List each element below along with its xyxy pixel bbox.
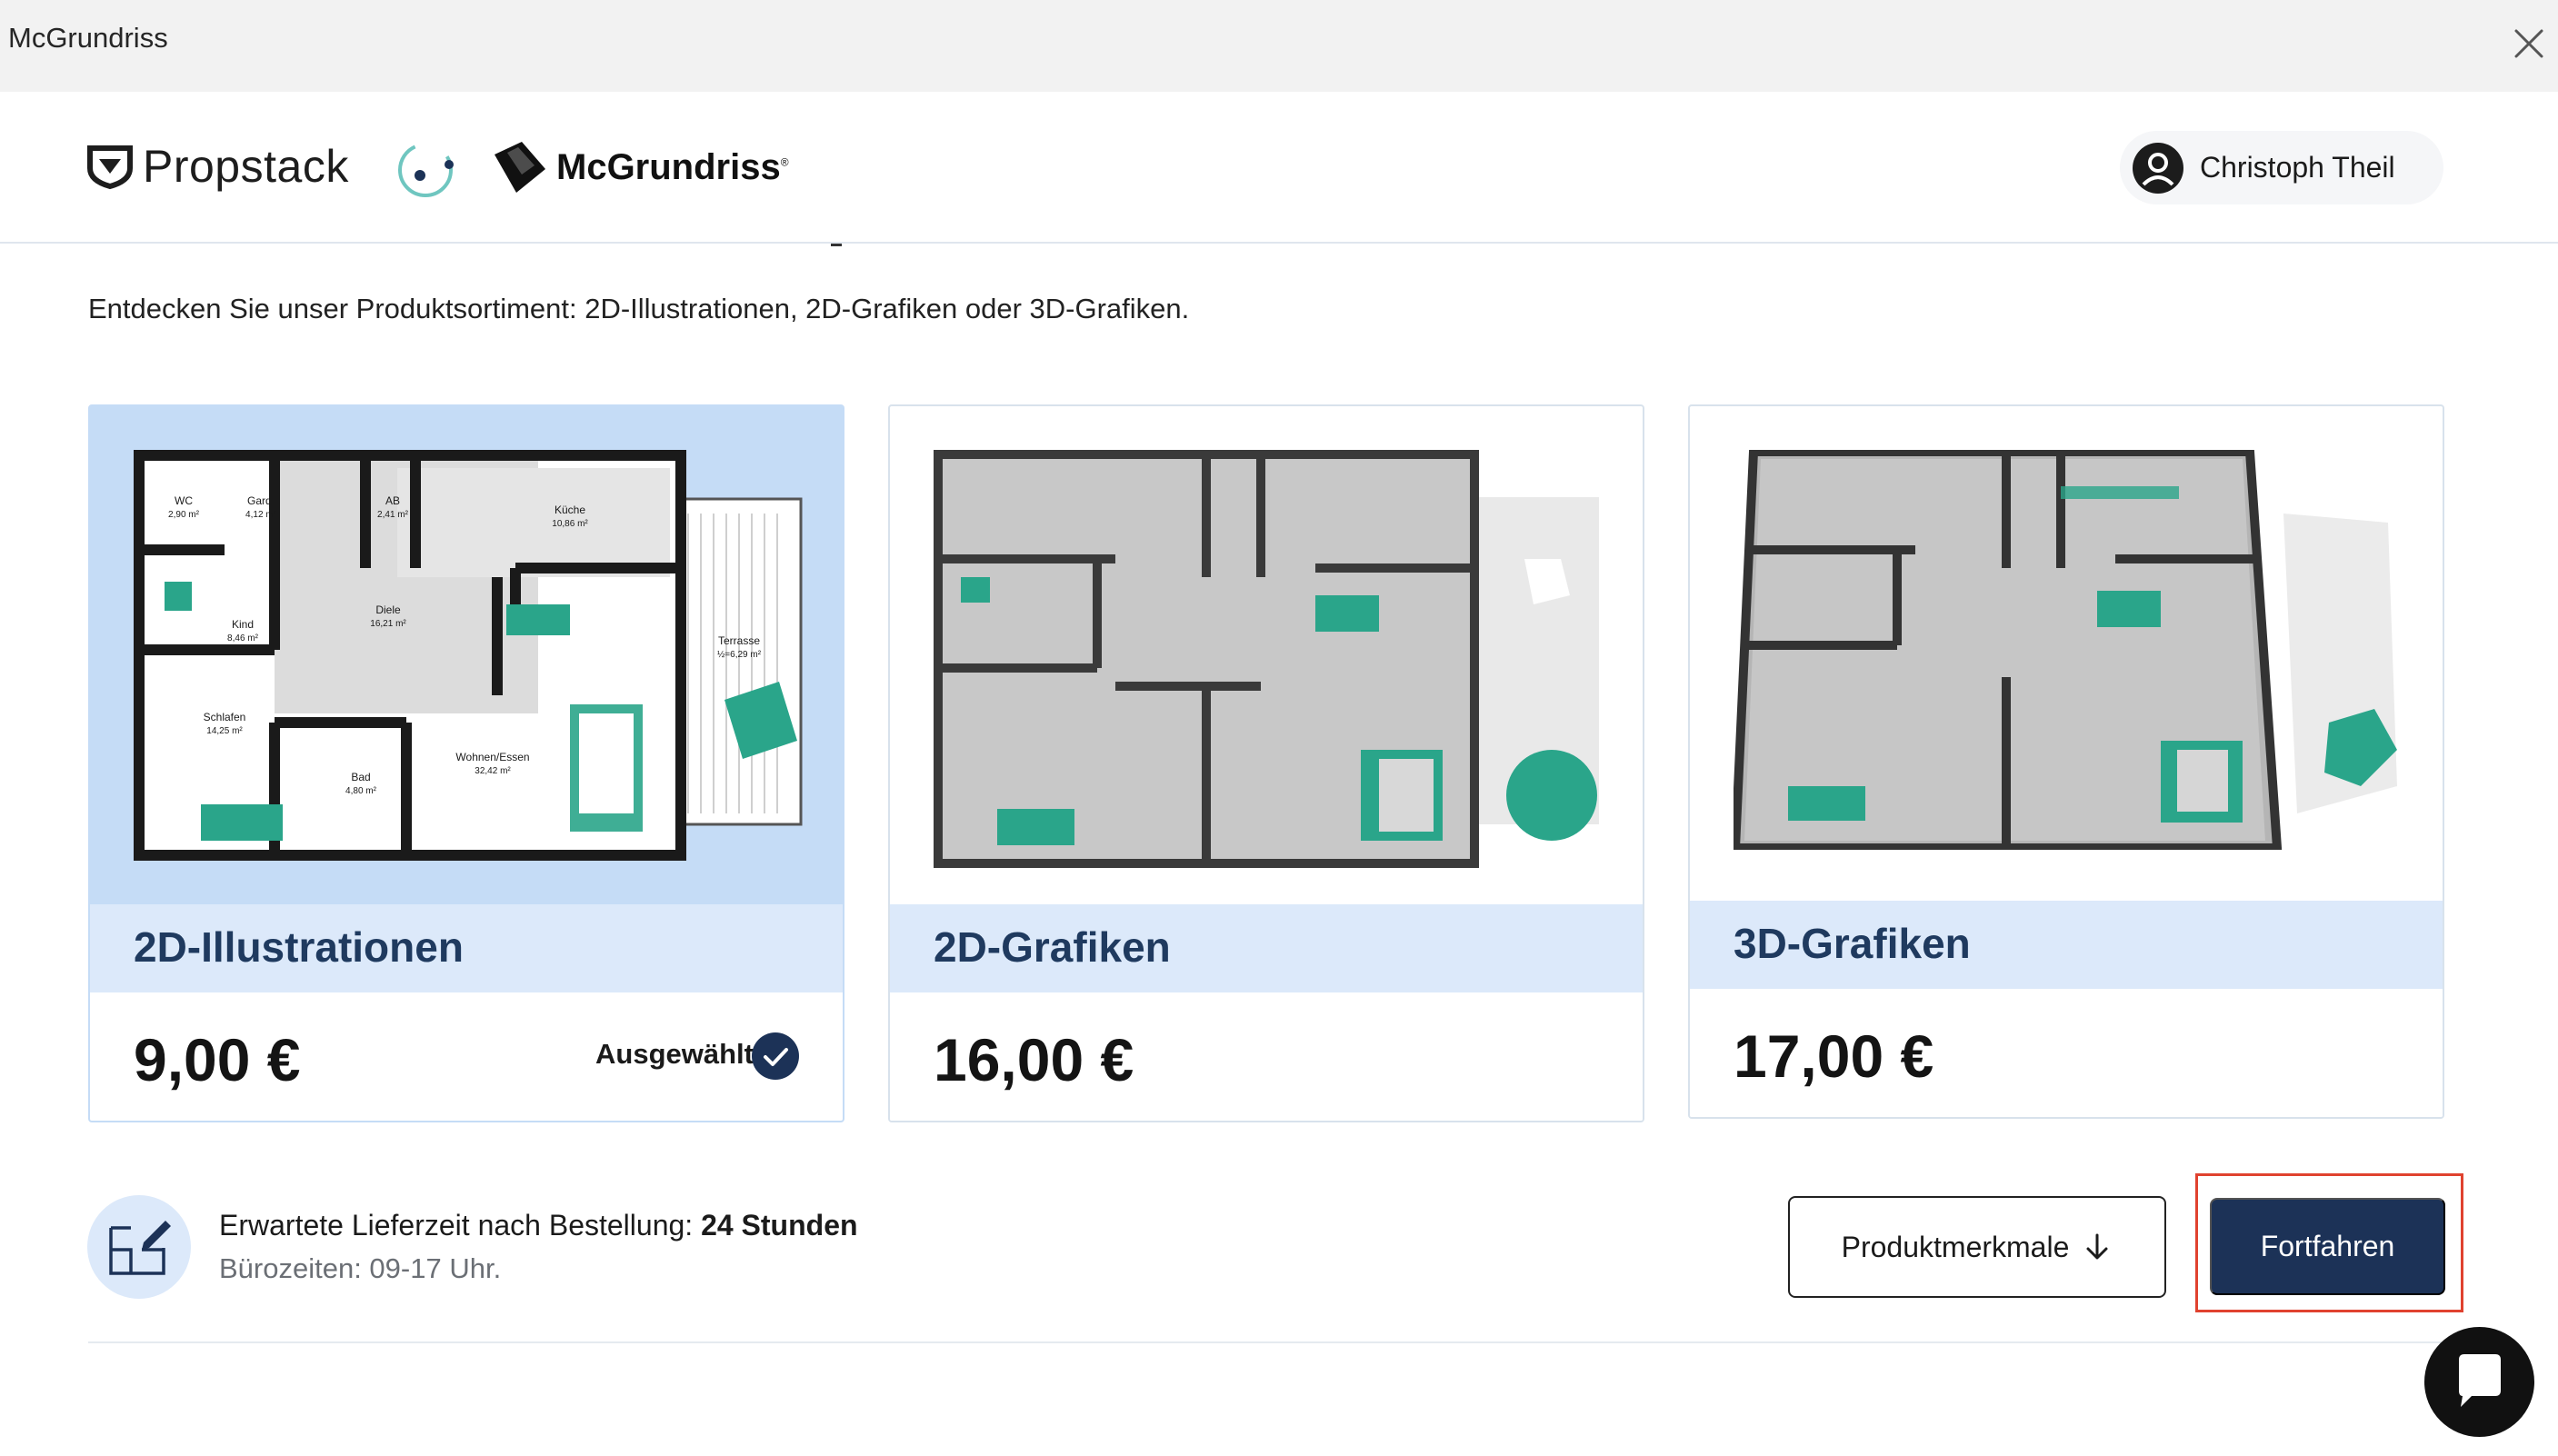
user-menu[interactable]: Christoph Theil bbox=[2120, 131, 2443, 204]
continue-button[interactable]: Fortfahren bbox=[2210, 1198, 2445, 1295]
room-area-wohnen-essen: 32,42 m² bbox=[475, 766, 511, 776]
scroll-indicator bbox=[831, 244, 842, 246]
delivery-time-text: Erwartete Lieferzeit nach Bestellung: 24… bbox=[219, 1209, 858, 1242]
room-area-kind: 8,46 m² bbox=[227, 633, 259, 643]
product-name: 2D-Grafiken bbox=[934, 923, 1171, 971]
product-price-area: 9,00 € Ausgewählt bbox=[90, 992, 843, 1121]
product-name: 2D-Illustrationen bbox=[134, 923, 464, 971]
product-price: 16,00 € bbox=[934, 1026, 1134, 1093]
product-name-band: 3D-Grafiken bbox=[1690, 901, 2443, 989]
checkmark-icon bbox=[752, 1032, 799, 1080]
propstack-logo-text: Propstack bbox=[143, 141, 349, 192]
mcgrundriss-logo: McGrundriss® bbox=[491, 135, 789, 199]
floorplan-3d-graphic bbox=[1734, 450, 2397, 850]
user-avatar-icon bbox=[2133, 142, 2183, 194]
floorplan-edit-icon bbox=[87, 1195, 191, 1299]
circle-logo-icon bbox=[398, 143, 454, 197]
room-area-diele: 16,21 m² bbox=[370, 619, 406, 629]
app-header: Propstack McGrundriss® Christoph Theil bbox=[0, 92, 2558, 244]
product-image-2d-illustrationen: WC Gard. AB Küche Diele Kind Terrasse Sc… bbox=[90, 406, 843, 904]
window-title: McGrundriss bbox=[8, 22, 168, 54]
product-card-3d-grafiken[interactable]: 3D-Grafiken 17,00 € bbox=[1688, 404, 2444, 1119]
delivery-time-value: 24 Stunden bbox=[701, 1209, 858, 1242]
product-price: 9,00 € bbox=[134, 1026, 301, 1093]
room-area-terrasse: ½=6,29 m² bbox=[717, 650, 762, 660]
propstack-logo: Propstack bbox=[86, 139, 349, 194]
product-name-band: 2D-Illustrationen bbox=[90, 904, 843, 992]
product-name: 3D-Grafiken bbox=[1734, 920, 1971, 967]
chat-icon[interactable] bbox=[2424, 1327, 2534, 1437]
room-label-schlafen: Schlafen bbox=[204, 711, 246, 723]
room-area-ab: 2,41 m² bbox=[377, 510, 409, 520]
room-area-gard: 4,12 m² bbox=[245, 510, 277, 520]
room-label-terrasse: Terrasse bbox=[718, 634, 760, 647]
room-label-wohnen-essen: Wohnen/Essen bbox=[455, 751, 529, 763]
product-price: 17,00 € bbox=[1734, 1022, 1934, 1090]
floorplan-illustration: WC Gard. AB Küche Diele Kind Terrasse Sc… bbox=[134, 450, 803, 861]
room-area-schlafen: 14,25 m² bbox=[206, 726, 243, 736]
mcgrundriss-logo-icon bbox=[495, 142, 545, 193]
room-label-wc: WC bbox=[175, 494, 193, 507]
product-features-button[interactable]: Produktmerkmale bbox=[1788, 1196, 2166, 1298]
product-image-3d-grafiken bbox=[1690, 406, 2443, 901]
product-features-label: Produktmerkmale bbox=[1841, 1230, 2070, 1263]
room-label-kind: Kind bbox=[232, 618, 254, 631]
office-hours-text: Bürozeiten: 09-17 Uhr. bbox=[219, 1252, 502, 1284]
product-image-2d-grafiken bbox=[890, 406, 1643, 904]
window-titlebar: McGrundriss bbox=[0, 0, 2558, 92]
divider bbox=[88, 1341, 2443, 1343]
room-area-kueche: 10,86 m² bbox=[552, 519, 588, 529]
user-name: Christoph Theil bbox=[2200, 151, 2395, 184]
room-label-gard: Gard. bbox=[247, 494, 275, 507]
mcgrundriss-logo-text: McGrundriss® bbox=[556, 146, 789, 187]
floorplan-2d-graphic bbox=[934, 450, 1599, 868]
product-name-band: 2D-Grafiken bbox=[890, 904, 1643, 992]
product-price-area: 16,00 € bbox=[890, 992, 1643, 1121]
product-price-area: 17,00 € bbox=[1690, 989, 2443, 1117]
room-label-diele: Diele bbox=[375, 603, 401, 616]
room-label-bad: Bad bbox=[351, 771, 370, 783]
close-icon[interactable] bbox=[2509, 24, 2549, 64]
room-area-bad: 4,80 m² bbox=[345, 786, 377, 796]
room-area-wc: 2,90 m² bbox=[168, 510, 200, 520]
intro-text: Entdecken Sie unser Produktsortiment: 2D… bbox=[88, 293, 1190, 324]
room-label-ab: AB bbox=[385, 494, 400, 507]
arrow-down-icon bbox=[2086, 1233, 2108, 1260]
propstack-logo-icon bbox=[87, 145, 133, 190]
product-card-2d-grafiken[interactable]: 2D-Grafiken 16,00 € bbox=[888, 404, 1644, 1122]
selected-label: Ausgewählt bbox=[595, 1038, 754, 1070]
room-label-kueche: Küche bbox=[555, 504, 585, 516]
product-card-2d-illustrationen[interactable]: WC Gard. AB Küche Diele Kind Terrasse Sc… bbox=[88, 404, 844, 1122]
